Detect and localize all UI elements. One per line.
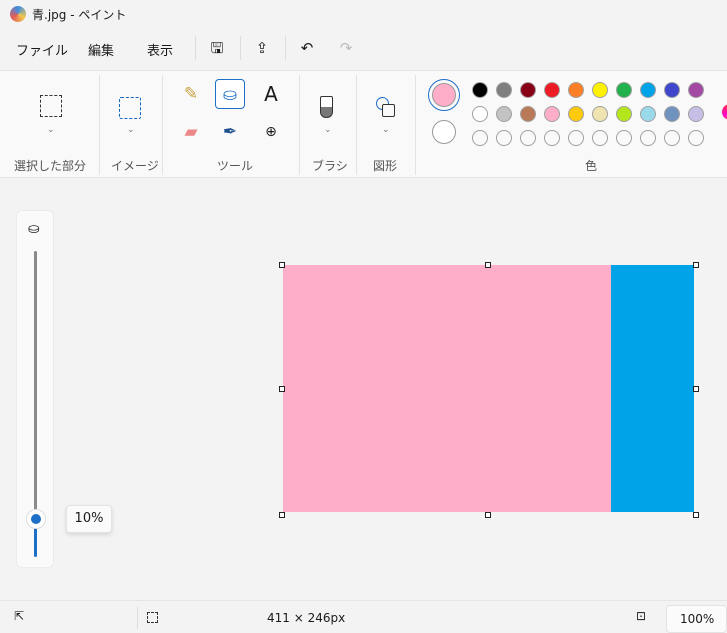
color-swatch[interactable] — [688, 106, 704, 122]
color-swatch[interactable] — [520, 106, 536, 122]
divider — [99, 75, 100, 175]
primary-color-swatch[interactable] — [432, 83, 456, 107]
group-label-image: イメージ — [111, 159, 159, 173]
fill-bucket-icon[interactable]: ⛀ — [215, 79, 245, 109]
custom-color-slot[interactable] — [664, 130, 680, 146]
custom-color-slot[interactable] — [568, 130, 584, 146]
fit-to-window-icon[interactable]: ⊡ — [636, 609, 646, 623]
color-swatch[interactable] — [616, 82, 632, 98]
image-resize-icon[interactable] — [119, 97, 141, 119]
redo-icon[interactable]: ↷ — [336, 38, 356, 58]
pencil-icon[interactable]: ✎ — [176, 79, 206, 109]
fill-bucket-icon: ⛀ — [28, 221, 40, 237]
divider — [285, 36, 286, 60]
group-label-tools: ツール — [217, 159, 254, 173]
menu-bar: ファイル 編集 表示 🖫 ⇪ ↶ ↷ — [0, 30, 727, 68]
save-icon[interactable]: 🖫 — [207, 38, 227, 58]
custom-color-slot[interactable] — [616, 130, 632, 146]
undo-icon[interactable]: ↶ — [297, 38, 317, 58]
divider — [137, 607, 138, 629]
divider — [299, 75, 300, 175]
custom-color-slot[interactable] — [520, 130, 536, 146]
zoom-level[interactable]: 100% — [666, 605, 727, 633]
chevron-down-icon[interactable]: ⌄ — [47, 125, 55, 135]
fill-tolerance-panel: ⛀ — [16, 210, 54, 568]
eraser-icon[interactable]: ▰ — [176, 117, 206, 147]
color-swatch[interactable] — [640, 82, 656, 98]
share-icon[interactable]: ⇪ — [252, 38, 272, 58]
secondary-color-swatch[interactable] — [432, 120, 456, 144]
resize-handle[interactable] — [279, 512, 285, 518]
color-picker-icon[interactable]: ✒ — [215, 117, 245, 147]
color-swatch[interactable] — [472, 82, 488, 98]
custom-color-slot[interactable] — [640, 130, 656, 146]
selection-size-icon — [147, 612, 158, 623]
paint-app-icon — [10, 6, 26, 22]
custom-color-slot[interactable] — [688, 130, 704, 146]
group-label-brush: ブラシ — [312, 159, 348, 173]
resize-handle[interactable] — [279, 262, 285, 268]
divider — [195, 36, 196, 60]
menu-edit[interactable]: 編集 — [88, 40, 114, 59]
color-swatch[interactable] — [520, 82, 536, 98]
custom-color-slot[interactable] — [496, 130, 512, 146]
resize-handle[interactable] — [693, 512, 699, 518]
slider-thumb[interactable] — [26, 509, 46, 529]
magnifier-icon[interactable]: ⊕ — [256, 117, 286, 147]
group-label-shapes: 図形 — [373, 159, 398, 173]
custom-color-slot[interactable] — [472, 130, 488, 146]
slider-track[interactable] — [34, 251, 37, 517]
divider — [240, 36, 241, 60]
canvas-blue-region[interactable] — [611, 265, 694, 512]
color-swatch[interactable] — [496, 82, 512, 98]
shapes-square-icon[interactable] — [382, 104, 395, 117]
canvas-size: 411 × 246px — [267, 611, 346, 625]
edit-colors-icon[interactable] — [722, 104, 727, 120]
group-label-selection: 選択した部分 — [14, 159, 87, 173]
ribbon: ⌄ 選択した部分 ⌄ イメージ ✎ ⛀ A ▰ ✒ ⊕ ツール ⌄ ブラシ ⌄ … — [0, 70, 727, 178]
cursor-position-icon: ⇱ — [14, 609, 25, 623]
menu-file[interactable]: ファイル — [16, 40, 68, 59]
group-label-colors: 色 — [585, 159, 598, 173]
select-rectangle-icon[interactable] — [40, 95, 62, 117]
menu-view[interactable]: 表示 — [147, 40, 173, 59]
resize-handle[interactable] — [693, 262, 699, 268]
color-swatch[interactable] — [472, 106, 488, 122]
chevron-down-icon[interactable]: ⌄ — [127, 125, 135, 135]
color-swatch[interactable] — [568, 106, 584, 122]
text-icon[interactable]: A — [256, 79, 286, 109]
color-swatch[interactable] — [544, 82, 560, 98]
chevron-down-icon[interactable]: ⌄ — [324, 125, 332, 135]
divider — [415, 75, 416, 175]
divider — [356, 75, 357, 175]
window-title: 青.jpg - ペイント — [32, 8, 127, 22]
title-bar: 青.jpg - ペイント — [0, 0, 727, 30]
color-swatch[interactable] — [688, 82, 704, 98]
resize-handle[interactable] — [279, 386, 285, 392]
color-swatch[interactable] — [664, 106, 680, 122]
color-swatch[interactable] — [592, 106, 608, 122]
color-swatch[interactable] — [640, 106, 656, 122]
resize-handle[interactable] — [485, 512, 491, 518]
status-bar: ⇱ 411 × 246px ⊡ 100% — [0, 600, 727, 633]
custom-color-slot[interactable] — [544, 130, 560, 146]
color-swatch[interactable] — [568, 82, 584, 98]
color-swatch[interactable] — [664, 82, 680, 98]
color-swatch[interactable] — [496, 106, 512, 122]
chevron-down-icon[interactable]: ⌄ — [382, 125, 390, 135]
custom-color-slot[interactable] — [592, 130, 608, 146]
color-swatch[interactable] — [544, 106, 560, 122]
color-swatch[interactable] — [592, 82, 608, 98]
color-swatch[interactable] — [616, 106, 632, 122]
slider-value-tooltip: 10% — [66, 505, 112, 533]
canvas-pink-region[interactable] — [283, 265, 611, 512]
resize-handle[interactable] — [693, 386, 699, 392]
divider — [162, 75, 163, 175]
brush-icon[interactable] — [320, 96, 333, 118]
resize-handle[interactable] — [485, 262, 491, 268]
